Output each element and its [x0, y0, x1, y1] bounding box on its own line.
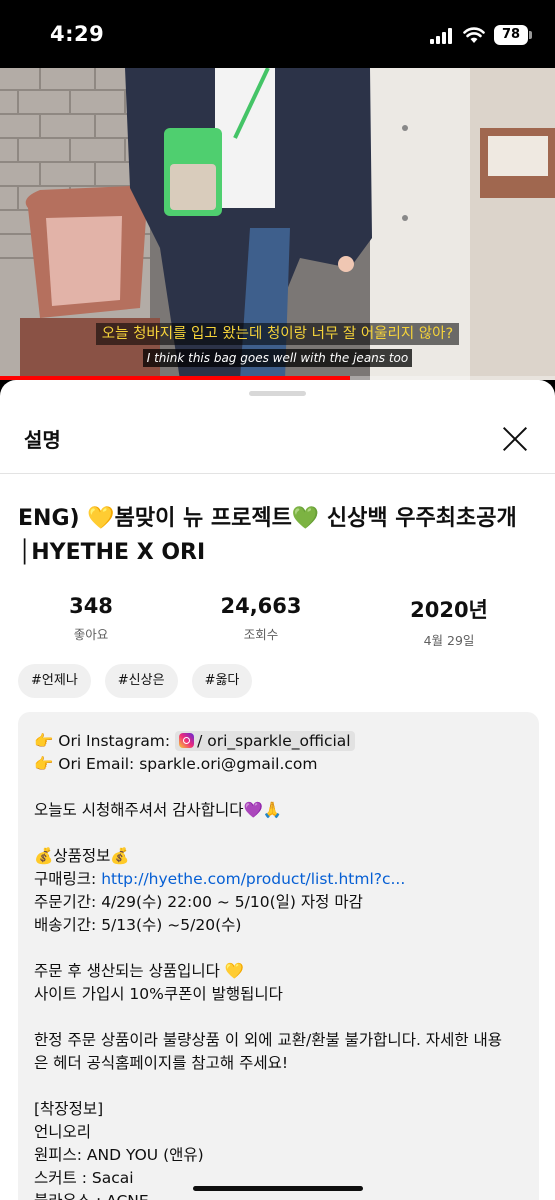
views-stat: 24,663 조회수	[206, 594, 316, 643]
money-bag-icon: 💰	[34, 847, 54, 865]
home-indicator[interactable]	[193, 1186, 363, 1191]
subtitle-korean: 오늘 청바지를 입고 왔는데 청이랑 너무 잘 어울리지 않아?	[0, 322, 555, 345]
battery-nub	[529, 31, 532, 39]
hashtag-chip[interactable]: #옳다	[191, 664, 253, 698]
video-player[interactable]: 오늘 청바지를 입고 왔는데 청이랑 너무 잘 어울리지 않아? I think…	[0, 68, 555, 380]
coupon-line: 사이트 가입시 10%쿠폰이 발행됩니다	[34, 985, 283, 1003]
yellow-heart-icon: 💛	[224, 962, 245, 980]
hashtag-list: #언제나 #신상은 #옳다	[18, 664, 253, 698]
sheet-title: 설명	[24, 428, 61, 452]
order-period: 주문기간: 4/29(수) 22:00 ~ 5/10(일) 자정 마감	[34, 893, 363, 911]
hashtag-chip[interactable]: #신상은	[104, 664, 178, 698]
outfit-line: 블라우스 : ACNE	[34, 1190, 529, 1200]
sheet-drag-handle[interactable]	[249, 391, 306, 396]
wifi-icon	[463, 27, 485, 43]
outfit-heading: [착장정보]	[34, 1100, 104, 1118]
instagram-link[interactable]: / ori_sparkle_official	[175, 731, 355, 751]
email-line: 👉 Ori Email: sparkle.ori@gmail.com	[34, 755, 318, 773]
ship-period: 배송기간: 5/13(수) ~5/20(수)	[34, 916, 242, 934]
outfit-line: 원피스: AND YOU (앤유)	[34, 1146, 204, 1164]
product-heading: 💰상품정보💰	[34, 847, 130, 865]
hashtag-chip[interactable]: #언제나	[18, 664, 91, 698]
views-count: 24,663	[220, 594, 302, 618]
upload-year: 2020년	[410, 598, 488, 622]
policy-line: 한정 주문 상품이라 불량상품 이 외에 교환/환불 불가합니다. 자세한 내용	[34, 1031, 503, 1049]
views-label: 조회수	[243, 627, 279, 642]
description-sheet: 설명 ENG) 💛봄맞이 뉴 프로젝트💚 신상백 우주최초공개│HYETHE X…	[0, 380, 555, 1200]
status-time: 4:29	[50, 22, 105, 46]
subtitle-english: I think this bag goes well with the jean…	[0, 347, 555, 367]
instagram-icon	[179, 733, 195, 748]
money-bag-icon: 💰	[110, 847, 130, 865]
description-box: 👉 Ori Instagram: / ori_sparkle_official …	[18, 712, 539, 1200]
buy-link-line: 구매링크: http://hyethe.com/product/list.htm…	[34, 870, 406, 888]
date-stat: 2020년 4월 29일	[394, 594, 504, 649]
policy-line: 은 헤더 공식홈페이지를 참고해 주세요!	[34, 1054, 289, 1072]
pointing-hand-icon: 👉	[34, 732, 54, 750]
likes-stat: 348 좋아요	[46, 594, 136, 643]
instagram-line: 👉 Ori Instagram: / ori_sparkle_official	[34, 730, 529, 753]
likes-count: 348	[69, 594, 113, 618]
upload-date: 4월 29일	[423, 633, 475, 648]
instagram-label: Ori Instagram:	[58, 732, 171, 750]
thanks-line: 오늘도 시청해주셔서 감사합니다💜🙏	[34, 801, 283, 819]
likes-label: 좋아요	[73, 627, 109, 642]
cellular-signal-icon	[430, 28, 456, 44]
folded-hands-icon: 🙏	[262, 801, 283, 819]
status-bar: 4:29 78	[0, 0, 555, 68]
close-button[interactable]	[498, 422, 532, 456]
video-title: ENG) 💛봄맞이 뉴 프로젝트💚 신상백 우주최초공개│HYETHE X OR…	[18, 506, 517, 565]
battery-icon: 78	[494, 25, 528, 45]
pointing-hand-icon: 👉	[34, 755, 54, 773]
divider	[0, 473, 555, 474]
outfit-line: 언니오리	[34, 1123, 92, 1141]
buy-link[interactable]: http://hyethe.com/product/list.html?c...	[101, 870, 405, 888]
made-to-order-line: 주문 후 생산되는 상품입니다 💛	[34, 962, 245, 980]
purple-heart-icon: 💜	[243, 801, 263, 819]
